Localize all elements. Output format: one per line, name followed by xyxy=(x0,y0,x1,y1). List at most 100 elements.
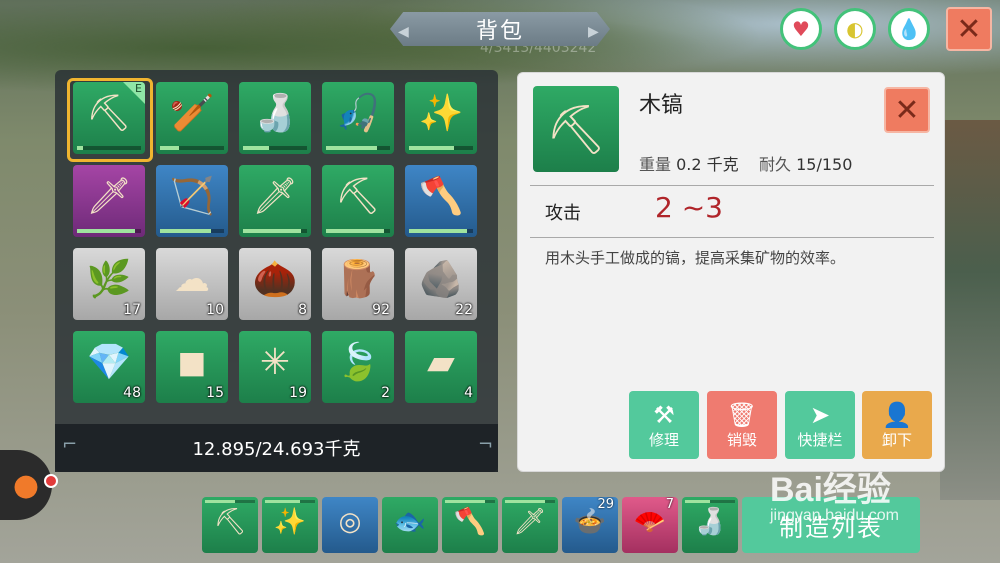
destroy-button[interactable]: 🗑 销毁 xyxy=(707,391,777,459)
stone-sword-icon: 🗡 xyxy=(86,176,132,217)
close-backpack-button[interactable]: ✕ xyxy=(946,7,992,51)
hotbar-slot-magic-staff[interactable]: ✨ xyxy=(262,497,318,553)
title-deco-left-icon: ◀ xyxy=(398,24,409,40)
item-count: 8 xyxy=(298,302,307,318)
close-icon: ✕ xyxy=(956,11,982,47)
durability-bar xyxy=(77,229,141,233)
energy-orb-icon: ✳ xyxy=(259,341,291,383)
attack-label: 攻击 xyxy=(545,203,581,224)
inventory-slot-stone-ore[interactable]: 🪨 22 xyxy=(405,248,477,320)
item-count: 29 xyxy=(597,497,614,512)
fishing-rod-icon: 🎣 xyxy=(335,93,381,134)
cotton-icon: ☁ xyxy=(174,258,210,300)
inventory-slot-iron-sword[interactable]: 🗡 xyxy=(239,165,311,237)
durability-bar xyxy=(685,500,735,503)
inventory-slot-energy-orb[interactable]: ✳ 19 xyxy=(239,331,311,403)
inventory-slot-seed-pod[interactable]: 🌰 8 xyxy=(239,248,311,320)
hotbar-slot-bread-bowl[interactable]: 🍲 29 xyxy=(562,497,618,553)
wood-club-icon: 🏏 xyxy=(169,93,215,134)
inventory-slot-magic-staff[interactable]: ✨ xyxy=(405,82,477,154)
item-count: 22 xyxy=(455,302,473,318)
unequip-button[interactable]: 👤 卸下 xyxy=(862,391,932,459)
repair-button[interactable]: ⚒ 修理 xyxy=(629,391,699,459)
inventory-slot-water-gourd[interactable]: 🍶 xyxy=(239,82,311,154)
inventory-slot-iron-ingot[interactable]: ▰ 4 xyxy=(405,331,477,403)
stomach-icon: ◐ xyxy=(846,17,864,41)
destroy-label: 销毁 xyxy=(726,430,757,449)
durability-bar xyxy=(409,146,473,150)
inventory-slot-fiber[interactable]: 🌿 17 xyxy=(73,248,145,320)
inventory-slot-leaf[interactable]: 🍃 2 xyxy=(322,331,394,403)
item-count: 7 xyxy=(665,497,674,512)
durability-bar xyxy=(243,229,307,233)
water-gourd-icon: 🍶 xyxy=(252,93,298,134)
repair-label: 修理 xyxy=(648,430,679,449)
durability-bar xyxy=(326,229,390,233)
quickbar-button[interactable]: ➤ 快捷栏 xyxy=(785,391,855,459)
iron-pickaxe-icon: ⛏ xyxy=(335,176,381,217)
durability-bar xyxy=(409,229,473,233)
iron-sword-icon: 🗡 xyxy=(252,176,298,217)
durability-bar xyxy=(445,500,495,503)
water-drop-icon: 💧 xyxy=(896,17,922,41)
hotbar-slot-iron-pickaxe[interactable]: ⛏ xyxy=(202,497,258,553)
hunger-button[interactable]: ◐ xyxy=(834,8,876,50)
iron-pickaxe-icon: ⛏ xyxy=(213,507,247,537)
water-gourd-icon: 🍶 xyxy=(693,507,727,537)
divider xyxy=(530,185,934,186)
inventory-slot-fishing-rod[interactable]: 🎣 xyxy=(322,82,394,154)
inventory-weight: 12.895/24.693千克 xyxy=(55,424,498,472)
item-count: 10 xyxy=(206,302,224,318)
hotbar-slot-fan[interactable]: 🪭 7 xyxy=(622,497,678,553)
weight-value: 0.2 千克 xyxy=(676,155,739,174)
item-count: 92 xyxy=(372,302,390,318)
inventory-slot-battle-axe[interactable]: 🪓 xyxy=(405,165,477,237)
hotbar-slot-stone-disc[interactable]: ◎ xyxy=(322,497,378,553)
fish-icon: 🐟 xyxy=(393,507,427,537)
weight-label: 重量 xyxy=(639,155,672,174)
item-detail-panel: ⛏ 木镐 重量 0.2 千克 耐久 15/150 ✕ 攻击 2 ~3 用木头手工… xyxy=(517,72,945,472)
quickbar-label: 快捷栏 xyxy=(797,430,843,449)
inventory-slot-wood-club[interactable]: 🏏 xyxy=(156,82,228,154)
durability-bar xyxy=(265,500,315,503)
hotbar-slot-battle-axe[interactable]: 🪓 xyxy=(442,497,498,553)
inventory-slot-bow[interactable]: 🏹 xyxy=(156,165,228,237)
notification-dot xyxy=(44,474,58,488)
magic-staff-icon: ✨ xyxy=(273,507,307,537)
durability-label: 耐久 xyxy=(759,155,792,174)
durability-value: 15/150 xyxy=(796,155,853,174)
item-count: 48 xyxy=(123,385,141,401)
close-detail-button[interactable]: ✕ xyxy=(884,87,930,133)
hotbar-slot-iron-sword[interactable]: 🗡 xyxy=(502,497,558,553)
fiber-icon: 🌿 xyxy=(86,259,132,300)
corner-deco-left-icon: ⌐ xyxy=(62,434,78,455)
inventory-slot-stone-sword[interactable]: 🗡 xyxy=(73,165,145,237)
thirst-button[interactable]: 💧 xyxy=(888,8,930,50)
inventory-slot-coal[interactable]: ◼ 15 xyxy=(156,331,228,403)
durability-bar xyxy=(160,146,224,150)
hotbar-slot-water-gourd[interactable]: 🍶 xyxy=(682,497,738,553)
item-count: 17 xyxy=(123,302,141,318)
durability-bar xyxy=(326,146,390,150)
unequip-label: 卸下 xyxy=(881,430,912,449)
durability-bar xyxy=(205,500,255,503)
health-button[interactable]: ♥ xyxy=(780,8,822,50)
trash-icon: 🗑 xyxy=(726,400,758,429)
stone-disc-icon: ◎ xyxy=(338,507,362,537)
corner-deco-right-icon: ¬ xyxy=(478,434,494,455)
close-icon: ✕ xyxy=(894,92,920,128)
seed-pod-icon: 🌰 xyxy=(252,259,298,300)
inventory-slot-cotton[interactable]: ☁ 10 xyxy=(156,248,228,320)
inventory-slot-wood-log[interactable]: 🪵 92 xyxy=(322,248,394,320)
item-count: 19 xyxy=(289,385,307,401)
detail-item-pickaxe-icon: ⛏ xyxy=(533,86,619,172)
item-count: 15 xyxy=(206,385,224,401)
inventory-slot-iron-pickaxe[interactable]: ⛏ xyxy=(322,165,394,237)
background-right xyxy=(940,120,1000,500)
pet-avatar[interactable]: ● xyxy=(0,450,52,520)
page-title: 背包 xyxy=(390,12,610,46)
inventory-slot-crystal[interactable]: 💎 48 xyxy=(73,331,145,403)
selected-slot-frame xyxy=(67,78,153,162)
hotbar-slot-fish[interactable]: 🐟 xyxy=(382,497,438,553)
pet-icon: ● xyxy=(12,467,40,503)
